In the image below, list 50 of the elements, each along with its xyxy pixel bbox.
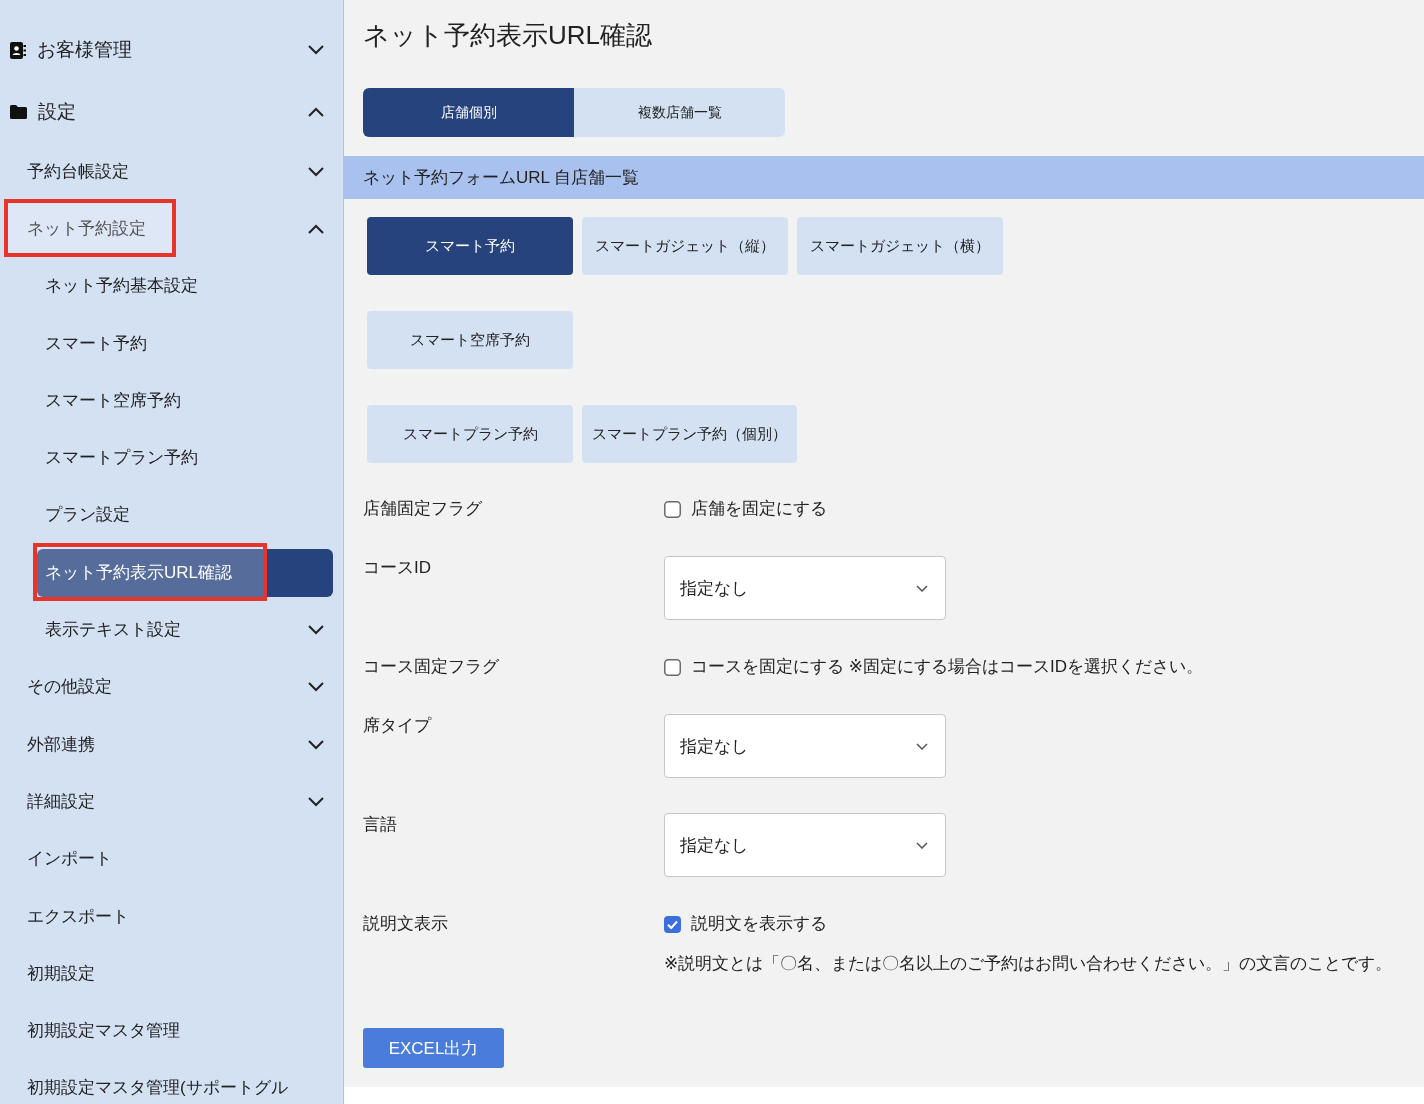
sidebar-item[interactable]: スマート空席予約: [37, 376, 333, 425]
tab[interactable]: 店舗個別: [363, 88, 574, 137]
folder-icon: [10, 105, 27, 119]
field-label: 店舗固定フラグ: [363, 498, 483, 520]
dropdown-select[interactable]: 指定なし: [664, 714, 946, 778]
form-type-button[interactable]: スマートガジェット（縦）: [582, 217, 788, 275]
sidebar-item[interactable]: プラン設定: [37, 491, 333, 540]
checkbox-label[interactable]: 説明文を表示する: [691, 912, 827, 936]
checkbox[interactable]: [664, 500, 681, 518]
sidebar-item[interactable]: 詳細設定: [0, 773, 343, 831]
form-type-button[interactable]: スマート空席予約: [367, 311, 573, 369]
sidebar-item[interactable]: インポート: [0, 830, 343, 888]
chevron-down-icon: [916, 584, 928, 592]
sidebar-item[interactable]: エクスポート: [0, 887, 343, 946]
page-title: ネット予約表示URL確認: [363, 19, 653, 52]
field-label: コースID: [363, 557, 432, 579]
checkbox[interactable]: [664, 658, 681, 676]
sidebar-item[interactable]: 初期設定マスタ管理(サポートグル: [0, 1059, 343, 1104]
checkbox-label[interactable]: 店舗を固定にする: [691, 497, 827, 521]
field-label: 説明文表示: [363, 913, 449, 935]
chevron-down-icon: [916, 841, 928, 849]
checkbox[interactable]: [664, 915, 681, 933]
dropdown-select[interactable]: 指定なし: [664, 556, 946, 620]
chevron-down-icon: [916, 742, 928, 750]
checkbox-label[interactable]: コースを固定にする ※固定にする場合はコースIDを選択ください。: [691, 655, 1203, 679]
dropdown-select[interactable]: 指定なし: [664, 813, 946, 877]
form-type-button[interactable]: スマートガジェット（横）: [797, 217, 1003, 275]
form-type-button[interactable]: スマートプラン予約: [367, 405, 573, 463]
form-type-button[interactable]: スマート予約: [367, 217, 573, 275]
tab[interactable]: 複数店舗一覧: [574, 88, 785, 137]
sidebar-item[interactable]: 外部連携: [0, 715, 343, 774]
sidebar-item[interactable]: 表示テキスト設定: [37, 606, 333, 654]
sidebar-item[interactable]: 設定: [0, 81, 343, 143]
field-label: 席タイプ: [363, 715, 433, 737]
form-type-button[interactable]: スマートプラン予約（個別）: [582, 405, 797, 463]
note-text: ※説明文とは「〇名、または〇名以上のご予約はお問い合わせください。」の文言のことです。: [664, 953, 1393, 975]
sidebar-item[interactable]: ネット予約基本設定: [37, 262, 333, 311]
sidebar-item[interactable]: 初期設定マスタ管理: [0, 1002, 343, 1060]
sidebar-item[interactable]: その他設定: [0, 658, 343, 716]
section-header: ネット予約フォームURL 自店舗一覧: [344, 156, 1424, 199]
field-label: 言語: [363, 814, 398, 836]
sidebar-item[interactable]: 初期設定: [0, 945, 343, 1003]
sidebar-item[interactable]: 予約台帳設定: [0, 143, 343, 201]
sidebar-item[interactable]: お客様管理: [0, 19, 343, 81]
field-label: コース固定フラグ: [363, 656, 500, 678]
sidebar-item[interactable]: スマートプラン予約: [37, 434, 333, 483]
sidebar-item[interactable]: ネット予約設定: [0, 200, 343, 258]
export-button[interactable]: EXCEL出力: [363, 1028, 504, 1068]
sidebar-item[interactable]: スマート予約: [37, 319, 333, 368]
contact-book-icon: [10, 41, 26, 59]
